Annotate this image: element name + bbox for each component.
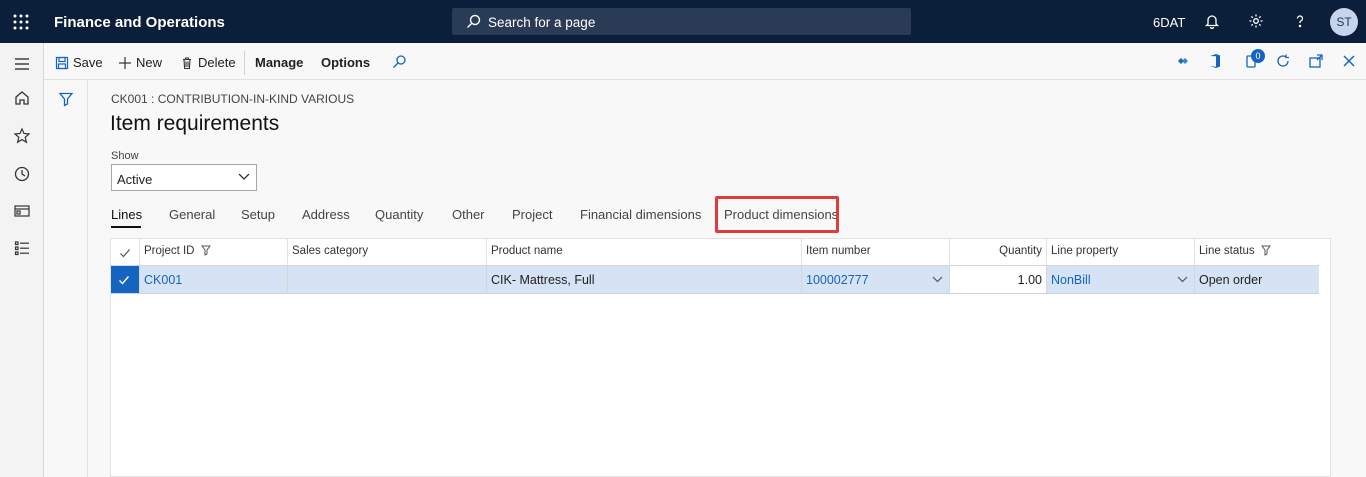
attachments-count-badge: 0: [1251, 49, 1265, 63]
cell-line-property[interactable]: NonBill: [1047, 266, 1195, 293]
column-filter-icon[interactable]: [1260, 245, 1271, 256]
trash-icon: [183, 56, 191, 69]
cell-quantity[interactable]: 1.00: [950, 266, 1047, 293]
tab-address[interactable]: Address: [302, 207, 350, 222]
page-title: Item requirements: [110, 112, 280, 135]
tab-setup[interactable]: Setup: [241, 207, 275, 222]
new-label: New: [136, 55, 163, 70]
delete-label: Delete: [198, 55, 236, 70]
search-placeholder: Search for a page: [488, 15, 596, 30]
tab-financial-dimensions[interactable]: Financial dimensions: [580, 207, 701, 222]
line-property-link[interactable]: NonBill: [1051, 273, 1091, 287]
tab-project[interactable]: Project: [512, 207, 552, 222]
column-filter-icon[interactable]: [200, 245, 211, 256]
lines-grid: Project ID Sales category Product name I…: [110, 238, 1331, 477]
workspaces-icon[interactable]: [13, 202, 31, 220]
power-apps-icon[interactable]: [1175, 53, 1191, 69]
item-number-link[interactable]: 100002777: [806, 273, 869, 287]
save-icon: [55, 56, 69, 69]
app-title[interactable]: Finance and Operations: [54, 14, 225, 31]
save-label: Save: [73, 55, 103, 70]
home-icon[interactable]: [13, 89, 31, 107]
manage-tab-button[interactable]: Manage: [255, 55, 303, 70]
filter-icon[interactable]: [58, 91, 74, 107]
show-label: Show: [111, 150, 139, 162]
tab-quantity[interactable]: Quantity: [375, 207, 423, 222]
chevron-down-icon[interactable]: [932, 276, 943, 283]
tab-lines[interactable]: Lines: [111, 207, 142, 222]
show-dropdown[interactable]: Active: [111, 164, 257, 191]
modules-list-icon[interactable]: [13, 239, 31, 257]
tab-general[interactable]: General: [169, 207, 215, 222]
cell-sales-category[interactable]: [288, 266, 487, 293]
action-pane: Save New Delete Manage Options: [44, 43, 1366, 80]
breadcrumb: CK001 : CONTRIBUTION-IN-KIND VARIOUS: [111, 92, 355, 106]
top-nav-bar: Finance and Operations Search for a page…: [0, 0, 1366, 43]
column-header-product-name[interactable]: Product name: [487, 239, 802, 266]
checkmark-icon: [120, 249, 130, 258]
highlight-box: [715, 196, 839, 233]
chevron-down-icon[interactable]: [1177, 276, 1188, 283]
save-button[interactable]: Save: [55, 55, 103, 70]
column-header-sales-category[interactable]: Sales category: [288, 239, 487, 266]
tab-other[interactable]: Other: [452, 207, 485, 222]
cell-project-id[interactable]: CK001: [140, 266, 288, 293]
close-icon[interactable]: [1341, 53, 1357, 69]
hamburger-menu-icon[interactable]: [13, 55, 31, 73]
app-launcher-icon[interactable]: [13, 14, 29, 30]
search-actions-icon[interactable]: [391, 54, 407, 70]
avatar[interactable]: ST: [1330, 8, 1358, 36]
show-selected-value: Active: [117, 172, 153, 187]
active-tab-underline: [111, 226, 141, 228]
toolbar-divider: [244, 51, 245, 75]
delete-button[interactable]: Delete: [180, 55, 236, 70]
plus-icon: [119, 56, 131, 69]
open-new-window-icon[interactable]: [1308, 53, 1324, 69]
office-icon[interactable]: [1207, 53, 1223, 69]
favorites-star-icon[interactable]: [13, 127, 31, 145]
cell-product-name[interactable]: CIK- Mattress, Full: [487, 266, 802, 293]
options-tab-button[interactable]: Options: [321, 55, 370, 70]
help-icon[interactable]: [1292, 13, 1308, 29]
cell-line-status[interactable]: Open order: [1195, 266, 1319, 293]
column-header-line-status[interactable]: Line status: [1195, 239, 1319, 266]
recent-clock-icon[interactable]: [13, 165, 31, 183]
refresh-icon[interactable]: [1275, 53, 1291, 69]
filter-pane: [44, 80, 88, 477]
table-row[interactable]: CK001 CIK- Mattress, Full 100002777 1.00…: [111, 266, 1319, 294]
checkmark-icon: [119, 276, 130, 285]
column-header-line-property[interactable]: Line property: [1047, 239, 1195, 266]
chevron-down-icon: [238, 173, 250, 181]
search-box[interactable]: Search for a page: [452, 8, 911, 35]
new-button[interactable]: New: [118, 55, 162, 70]
bell-icon[interactable]: [1204, 13, 1220, 29]
gear-icon[interactable]: [1248, 13, 1264, 29]
left-navigation: [0, 43, 44, 477]
row-select-checkbox[interactable]: [111, 266, 140, 293]
column-header-project-id[interactable]: Project ID: [140, 239, 288, 266]
select-all-header[interactable]: [111, 239, 140, 266]
search-icon: [466, 14, 481, 29]
company-picker[interactable]: 6DAT: [1153, 15, 1185, 30]
column-header-item-number[interactable]: Item number: [802, 239, 950, 266]
column-header-quantity[interactable]: Quantity: [950, 239, 1047, 266]
cell-item-number[interactable]: 100002777: [802, 266, 950, 293]
